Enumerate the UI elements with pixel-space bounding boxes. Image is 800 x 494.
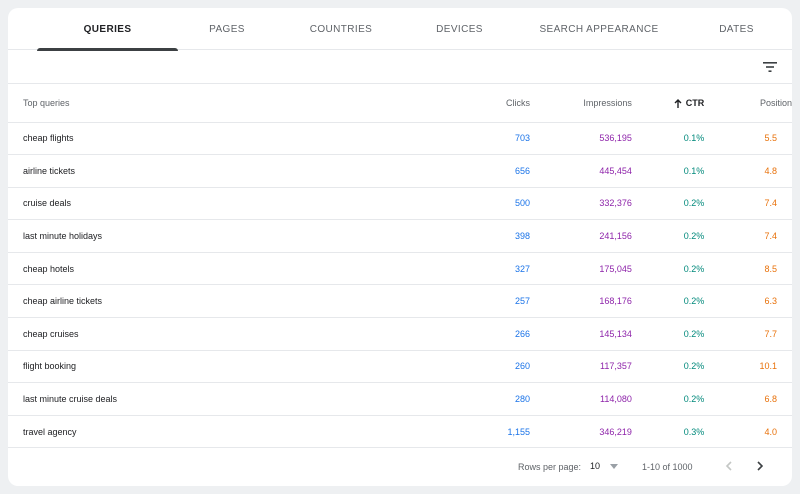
- position-cell: 6.8: [704, 382, 792, 416]
- position-cell: 6.3: [704, 284, 792, 319]
- position-cell: 8.5: [704, 252, 792, 286]
- chevron-left-icon: [725, 461, 732, 472]
- ctr-cell: 0.3%: [631, 415, 705, 449]
- impressions-cell: 332,376: [529, 187, 632, 221]
- header-position[interactable]: Position: [704, 84, 792, 123]
- ctr-cell: 0.2%: [631, 219, 705, 253]
- queries-table: Top queries Clicks Impressions CTR Posit…: [8, 84, 792, 449]
- tab-dates[interactable]: DATES: [685, 8, 788, 50]
- table-row[interactable]: last minute holidays 398 241,156 0.2% 7.…: [8, 219, 792, 253]
- table-row[interactable]: travel agency 1,155 346,219 0.3% 4.0: [8, 415, 792, 449]
- table-row[interactable]: cruise deals 500 332,376 0.2% 7.4: [8, 187, 792, 221]
- query-cell: cheap flights: [8, 122, 365, 156]
- page-range: 1-10 of 1000: [642, 462, 693, 473]
- query-cell: cheap hotels: [8, 252, 365, 286]
- chevron-right-icon: [756, 461, 763, 472]
- query-cell: last minute holidays: [8, 219, 365, 253]
- table-row[interactable]: cheap flights 703 536,195 0.1% 5.5: [8, 122, 792, 156]
- table-row[interactable]: cheap airline tickets 257 168,176 0.2% 6…: [8, 284, 792, 319]
- position-cell: 10.1: [704, 350, 792, 384]
- impressions-cell: 145,134: [529, 317, 632, 351]
- clicks-cell: 398: [364, 219, 530, 253]
- tab-countries[interactable]: COUNTRIES: [276, 8, 406, 50]
- impressions-cell: 445,454: [529, 154, 632, 188]
- table-row[interactable]: flight booking 260 117,357 0.2% 10.1: [8, 350, 792, 384]
- dimension-tabs: QUERIES PAGES COUNTRIES DEVICES SEARCH A…: [8, 8, 792, 51]
- table-row[interactable]: cheap hotels 327 175,045 0.2% 8.5: [8, 252, 792, 286]
- clicks-cell: 257: [364, 284, 530, 319]
- impressions-cell: 241,156: [529, 219, 632, 253]
- query-cell: last minute cruise deals: [8, 382, 365, 416]
- clicks-cell: 1,155: [364, 415, 530, 449]
- header-impressions[interactable]: Impressions: [529, 84, 632, 123]
- tab-pages[interactable]: PAGES: [178, 8, 276, 50]
- ctr-cell: 0.2%: [631, 252, 705, 286]
- impressions-cell: 114,080: [529, 382, 632, 416]
- clicks-cell: 280: [364, 382, 530, 416]
- clicks-cell: 703: [364, 122, 530, 156]
- arrow-up-icon: [674, 98, 682, 108]
- header-ctr[interactable]: CTR: [631, 84, 705, 123]
- filter-button[interactable]: [762, 59, 778, 75]
- query-cell: airline tickets: [8, 154, 365, 188]
- position-cell: 7.4: [704, 219, 792, 253]
- query-cell: cheap airline tickets: [8, 284, 365, 319]
- position-cell: 7.4: [704, 187, 792, 221]
- header-clicks[interactable]: Clicks: [364, 84, 530, 123]
- clicks-cell: 500: [364, 187, 530, 221]
- tab-devices[interactable]: DEVICES: [406, 8, 513, 50]
- clicks-cell: 327: [364, 252, 530, 286]
- filter-icon: [763, 62, 777, 72]
- caret-down-icon: [610, 463, 619, 469]
- clicks-cell: 260: [364, 350, 530, 384]
- ctr-cell: 0.2%: [631, 284, 705, 319]
- rows-per-page-select[interactable]: 10: [590, 457, 620, 475]
- ctr-cell: 0.1%: [631, 154, 705, 188]
- previous-page-button[interactable]: [720, 458, 736, 474]
- query-cell: cheap cruises: [8, 317, 365, 351]
- pagination-footer: Rows per page: 10 1-10 of 1000: [8, 448, 792, 485]
- ctr-cell: 0.2%: [631, 382, 705, 416]
- clicks-cell: 656: [364, 154, 530, 188]
- position-cell: 5.5: [704, 122, 792, 156]
- clicks-cell: 266: [364, 317, 530, 351]
- tab-search-appearance[interactable]: SEARCH APPEARANCE: [513, 8, 685, 50]
- position-cell: 4.0: [704, 415, 792, 449]
- impressions-cell: 536,195: [529, 122, 632, 156]
- filter-bar: [8, 50, 792, 84]
- position-cell: 7.7: [704, 317, 792, 351]
- ctr-cell: 0.1%: [631, 122, 705, 156]
- performance-card: QUERIES PAGES COUNTRIES DEVICES SEARCH A…: [8, 8, 792, 486]
- rows-per-page-label: Rows per page:: [518, 462, 582, 473]
- table-row[interactable]: airline tickets 656 445,454 0.1% 4.8: [8, 154, 792, 188]
- impressions-cell: 175,045: [529, 252, 632, 286]
- header-top-queries[interactable]: Top queries: [8, 84, 365, 123]
- table-row[interactable]: cheap cruises 266 145,134 0.2% 7.7: [8, 317, 792, 351]
- query-cell: travel agency: [8, 415, 365, 449]
- ctr-cell: 0.2%: [631, 350, 705, 384]
- impressions-cell: 117,357: [529, 350, 632, 384]
- impressions-cell: 346,219: [529, 415, 632, 449]
- tab-queries[interactable]: QUERIES: [37, 8, 178, 51]
- impressions-cell: 168,176: [529, 284, 632, 319]
- table-header-row: Top queries Clicks Impressions CTR Posit…: [8, 84, 792, 123]
- query-cell: flight booking: [8, 350, 365, 384]
- table-row[interactable]: last minute cruise deals 280 114,080 0.2…: [8, 382, 792, 416]
- header-ctr-label: CTR: [685, 97, 705, 108]
- position-cell: 4.8: [704, 154, 792, 188]
- next-page-button[interactable]: [752, 458, 768, 474]
- ctr-cell: 0.2%: [631, 317, 705, 351]
- rows-per-page-value: 10: [590, 461, 601, 472]
- ctr-cell: 0.2%: [631, 187, 705, 221]
- query-cell: cruise deals: [8, 187, 365, 221]
